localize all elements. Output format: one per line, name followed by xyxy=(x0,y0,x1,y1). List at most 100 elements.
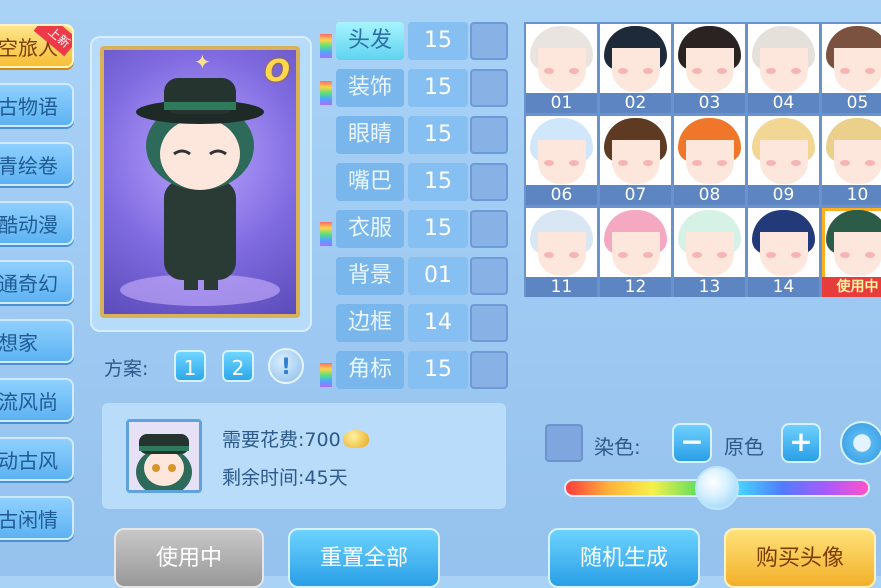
blush-icon xyxy=(569,68,579,74)
sidebar-item-label: 古闲情 xyxy=(0,508,58,532)
hair-option[interactable]: 10 xyxy=(822,116,881,205)
buy-avatar-button[interactable]: 购买头像 xyxy=(724,528,876,588)
blush-icon xyxy=(618,252,628,258)
category-value: 15 xyxy=(408,163,468,201)
category-tab[interactable]: 嘴巴 xyxy=(336,163,404,201)
scheme-2-button[interactable]: 2 xyxy=(222,350,254,382)
blush-icon xyxy=(840,160,850,166)
cost-panel: 需要花费:700 剩余时间:45天 xyxy=(102,403,506,509)
blush-icon xyxy=(766,68,776,74)
hair-number: 05 xyxy=(822,93,881,113)
color-stripe-icon xyxy=(320,222,332,246)
sidebar-item-label: 想家 xyxy=(0,331,38,355)
category-tab[interactable]: 衣服 xyxy=(336,210,404,248)
time-label: 剩余时间: xyxy=(222,467,305,489)
blush-icon xyxy=(618,160,628,166)
blush-icon xyxy=(544,160,554,166)
sidebar-item[interactable]: 动古风 xyxy=(0,437,74,481)
hue-slider-knob[interactable] xyxy=(695,466,739,510)
hair-option[interactable]: 04 xyxy=(748,24,819,113)
hair-number: 08 xyxy=(674,185,745,205)
hair-option[interactable]: 09 xyxy=(748,116,819,205)
hair-option[interactable]: 02 xyxy=(600,24,671,113)
sidebar-item[interactable]: 通奇幻 xyxy=(0,260,74,304)
hair-number: 07 xyxy=(600,185,671,205)
category-tab[interactable]: 角标 xyxy=(336,351,404,389)
sidebar-item[interactable]: 酷动漫 xyxy=(0,201,74,245)
blush-icon xyxy=(569,252,579,258)
sidebar-item-label: 流风尚 xyxy=(0,390,58,414)
color-stripe-icon xyxy=(320,34,332,58)
blush-icon xyxy=(717,160,727,166)
category-color-box[interactable] xyxy=(470,22,508,60)
cost-value: 700 xyxy=(304,429,341,451)
hair-option[interactable]: 07 xyxy=(600,116,671,205)
hair-option[interactable]: 13 xyxy=(674,208,745,297)
sidebar-item[interactable]: 古物语 xyxy=(0,83,74,127)
scheme-label: 方案: xyxy=(104,358,149,380)
sidebar-item[interactable]: 青绘卷 xyxy=(0,142,74,186)
category-tab[interactable]: 边框 xyxy=(336,304,404,342)
category-tab[interactable]: 眼睛 xyxy=(336,116,404,154)
category-color-box[interactable] xyxy=(470,257,508,295)
hair-option[interactable]: 03 xyxy=(674,24,745,113)
time-line: 剩余时间:45天 xyxy=(222,463,348,490)
category-tab[interactable]: 背景 xyxy=(336,257,404,295)
dye-label: 染色: xyxy=(594,435,641,459)
hair-option[interactable]: 06 xyxy=(526,116,597,205)
blush-icon xyxy=(643,252,653,258)
category-tab[interactable]: 头发 xyxy=(336,22,404,60)
blush-icon xyxy=(865,252,875,258)
hair-option[interactable]: 使用中 xyxy=(822,208,881,297)
category-color-box[interactable] xyxy=(470,304,508,342)
sidebar-item[interactable]: 流风尚 xyxy=(0,378,74,422)
using-button[interactable]: 使用中 xyxy=(114,528,264,588)
dye-plus-button[interactable]: + xyxy=(781,423,821,463)
category-color-box[interactable] xyxy=(470,116,508,154)
blush-icon xyxy=(865,68,875,74)
blush-icon xyxy=(791,68,801,74)
hair-option[interactable]: 01 xyxy=(526,24,597,113)
category-value: 01 xyxy=(408,257,468,295)
category-color-box[interactable] xyxy=(470,210,508,248)
category-tab[interactable]: 装饰 xyxy=(336,69,404,107)
hair-number: 12 xyxy=(600,277,671,297)
color-stripe-icon xyxy=(320,81,332,105)
blush-icon xyxy=(766,160,776,166)
refresh-icon[interactable] xyxy=(840,421,881,465)
info-button[interactable]: ! xyxy=(268,348,304,384)
sidebar-item[interactable]: 古闲情 xyxy=(0,496,74,540)
gold-ingot-icon xyxy=(342,430,369,448)
dye-value: 原色 xyxy=(724,435,764,459)
sidebar-item[interactable]: 空旅人 上新 xyxy=(0,24,74,68)
blush-icon xyxy=(692,160,702,166)
hair-option[interactable]: 11 xyxy=(526,208,597,297)
dye-minus-button[interactable]: − xyxy=(672,423,712,463)
character-card-frame: ✦ O xyxy=(90,36,312,332)
hair-option[interactable]: 12 xyxy=(600,208,671,297)
dye-swatch[interactable] xyxy=(545,424,583,462)
category-color-box[interactable] xyxy=(470,69,508,107)
cost-label: 需要花费: xyxy=(222,429,305,451)
category-color-box[interactable] xyxy=(470,163,508,201)
hair-option[interactable]: 14 xyxy=(748,208,819,297)
using-tag: 使用中 xyxy=(822,277,881,297)
sidebar-item[interactable]: 想家 xyxy=(0,319,74,363)
category-color-box[interactable] xyxy=(470,351,508,389)
reset-all-button[interactable]: 重置全部 xyxy=(288,528,440,588)
blush-icon xyxy=(544,252,554,258)
blush-icon xyxy=(865,160,875,166)
category-value: 15 xyxy=(408,210,468,248)
hair-number: 14 xyxy=(748,277,819,297)
sidebar-item-label: 青绘卷 xyxy=(0,154,58,178)
hair-option[interactable]: 05 xyxy=(822,24,881,113)
blush-icon xyxy=(791,160,801,166)
blush-icon xyxy=(766,252,776,258)
time-value: 45天 xyxy=(304,467,348,489)
blush-icon xyxy=(840,252,850,258)
scheme-1-button[interactable]: 1 xyxy=(174,350,206,382)
blush-icon xyxy=(840,68,850,74)
category-value: 15 xyxy=(408,116,468,154)
hair-option[interactable]: 08 xyxy=(674,116,745,205)
random-generate-button[interactable]: 随机生成 xyxy=(548,528,700,588)
